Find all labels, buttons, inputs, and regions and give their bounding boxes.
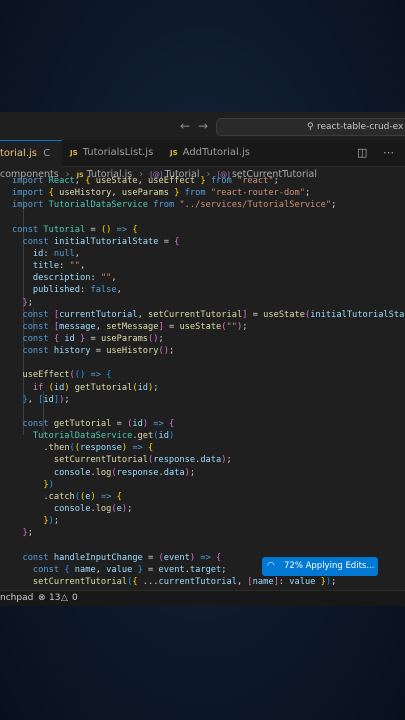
code-line: }; <box>22 528 33 539</box>
tab-modified-marker: C <box>43 148 51 159</box>
error-count[interactable]: 13 <box>49 591 60 606</box>
spinner-icon: ◠ <box>267 561 275 571</box>
code-line: title: "", <box>32 261 86 272</box>
warning-count[interactable]: 0 <box>72 591 78 606</box>
tab-tutorialslist-js[interactable]: JS TutorialsList.js <box>70 140 153 166</box>
code-editor-window: ← → ⚲ react-table-crud-ex torial.js C JS… <box>0 112 405 606</box>
code-line: published: false, <box>32 285 122 296</box>
code-line: import TutorialDataService from "../serv… <box>12 200 337 211</box>
tab-label: AddTutorial.js <box>182 147 250 158</box>
code-line: setCurrentTutorial(response.data); <box>53 455 232 466</box>
tab-bar: torial.js C JS TutorialsList.js JS AddTuto… <box>0 140 405 167</box>
code-line: }); <box>43 516 60 527</box>
code-line: const Tutorial = () => { <box>12 224 138 235</box>
code-line: const { name, value } = event.target; <box>32 564 227 575</box>
search-label: react-table-crud-ex <box>317 122 404 132</box>
code-line: const getTutorial = (id) => { <box>22 419 175 429</box>
arrow-right-icon[interactable]: → <box>198 119 208 133</box>
code-line: id: null, <box>32 248 81 259</box>
code-line: console.log(response.data); <box>53 467 196 478</box>
code-line: const [currentTutorial, setCurrentTutori… <box>22 309 405 320</box>
code-line: setCurrentTutorial({ ...currentTutorial,… <box>32 576 337 587</box>
code-line: import { useHistory, useParams } from "r… <box>12 188 311 199</box>
js-file-icon: JS <box>70 149 78 157</box>
code-line: const [message, setMessage] = useState("… <box>22 321 248 332</box>
code-line: if (id) getTutorial(id); <box>32 382 159 393</box>
status-left-label[interactable]: nchpad <box>0 591 33 606</box>
warning-triangle-icon: △ <box>61 593 68 603</box>
code-line: }) <box>43 479 54 490</box>
tab-label: torial.js <box>0 148 38 159</box>
code-line: import React, { useState, useEffect } fr… <box>12 176 279 186</box>
tab-addtutorial-js[interactable]: JS AddTutorial.js <box>170 140 250 166</box>
command-center-search[interactable]: ⚲ react-table-crud-ex <box>216 118 405 136</box>
code-line: useEffect(() => { <box>22 370 112 381</box>
code-line: }; <box>22 297 33 308</box>
code-line: .then((response) => { <box>12 443 154 454</box>
error-circle-icon: ⊗ <box>38 593 46 603</box>
code-line: .catch((e) => { <box>12 491 122 502</box>
code-line: const { id } = useParams(); <box>22 333 164 344</box>
code-line: const initialTutorialState = { <box>22 236 180 247</box>
progress-text: 72% Applying Edits... <box>284 561 375 571</box>
code-line: console.log(e); <box>53 504 133 515</box>
code-line: description: "", <box>32 273 117 284</box>
status-bar: nchpad ⊗ 13 △ 0 <box>0 590 405 606</box>
code-line: const handleInputChange = (event) => { <box>22 552 222 563</box>
code-line: }, [id]); <box>22 394 70 405</box>
search-icon: ⚲ <box>307 122 314 132</box>
code-line: TutorialDataService.get(id) <box>32 431 175 442</box>
js-file-icon: JS <box>170 149 178 157</box>
more-actions-icon[interactable]: ⋯ <box>383 146 394 159</box>
tab-tutorial-js[interactable]: torial.js C <box>0 140 62 167</box>
title-bar: ← → ⚲ react-table-crud-ex <box>0 112 405 140</box>
tab-label: TutorialsList.js <box>82 147 154 158</box>
split-editor-icon[interactable]: ◫ <box>357 146 367 159</box>
progress-notification[interactable]: ◠ 72% Applying Edits... <box>262 557 378 576</box>
arrow-left-icon[interactable]: ← <box>180 119 190 133</box>
code-line: const history = useHistory(); <box>22 346 175 357</box>
